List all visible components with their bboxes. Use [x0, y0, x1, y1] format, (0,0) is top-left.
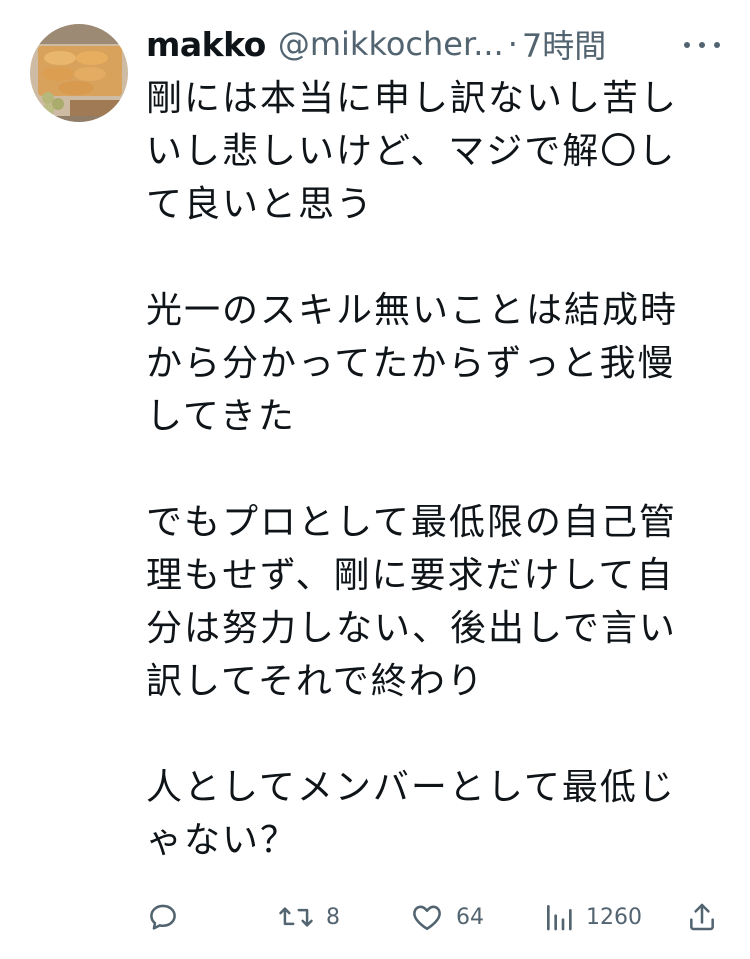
heart-icon	[413, 905, 441, 931]
retweet-button[interactable]: 8	[278, 892, 340, 942]
reply-button[interactable]	[146, 892, 192, 942]
tweet-header: makko @mikkocher... · 7時間	[146, 22, 686, 66]
user-handle[interactable]: @mikkocher...	[278, 25, 504, 63]
tweet: makko @mikkocher... · 7時間 剛には本当に申し訳ないし苦し…	[0, 0, 750, 959]
views-chart-icon	[547, 905, 572, 931]
tweet-line: 分は努力しない、後出しで言い	[146, 608, 677, 649]
action-bar: 8 64 1260	[146, 892, 726, 942]
tweet-line: 人としてメンバーとして最低じ	[146, 767, 676, 808]
retweet-count: 8	[326, 904, 340, 930]
tweet-line: 剛には本当に申し訳ないし苦し	[146, 78, 679, 119]
views-count: 1260	[586, 904, 642, 930]
tweet-line: 理もせず、剛に要求だけして自	[146, 555, 675, 596]
tweet-line: ゃない？	[146, 820, 299, 861]
tweet-text: 剛には本当に申し訳ないし苦し いし悲しいけど、マジで解〇し て良いと思う 光一の…	[146, 72, 726, 867]
share-icon	[690, 903, 714, 931]
tweet-line: て良いと思う	[146, 184, 375, 225]
like-button[interactable]: 64	[410, 892, 484, 942]
avatar[interactable]	[30, 24, 128, 122]
tweet-line: 訳してそれで終わり	[146, 661, 485, 702]
avatar-image	[30, 24, 128, 122]
separator-dot: ·	[507, 25, 518, 63]
tweet-line: でもプロとして最低限の自己管	[146, 502, 677, 543]
tweet-line: 光一のスキル無いことは結成時	[146, 290, 679, 331]
views-button[interactable]: 1260	[544, 892, 642, 942]
reply-icon	[150, 904, 176, 930]
timestamp[interactable]: 7時間	[522, 21, 606, 67]
share-button[interactable]	[686, 892, 730, 942]
like-count: 64	[456, 904, 484, 930]
retweet-icon	[279, 907, 313, 927]
more-options-icon[interactable]	[684, 30, 720, 60]
display-name[interactable]: makko	[146, 25, 266, 64]
tweet-line: から分かってたからずっと我慢	[146, 343, 676, 384]
tweet-line: してきた	[146, 396, 296, 437]
tweet-line: いし悲しいけど、マジで解〇し	[146, 131, 677, 172]
